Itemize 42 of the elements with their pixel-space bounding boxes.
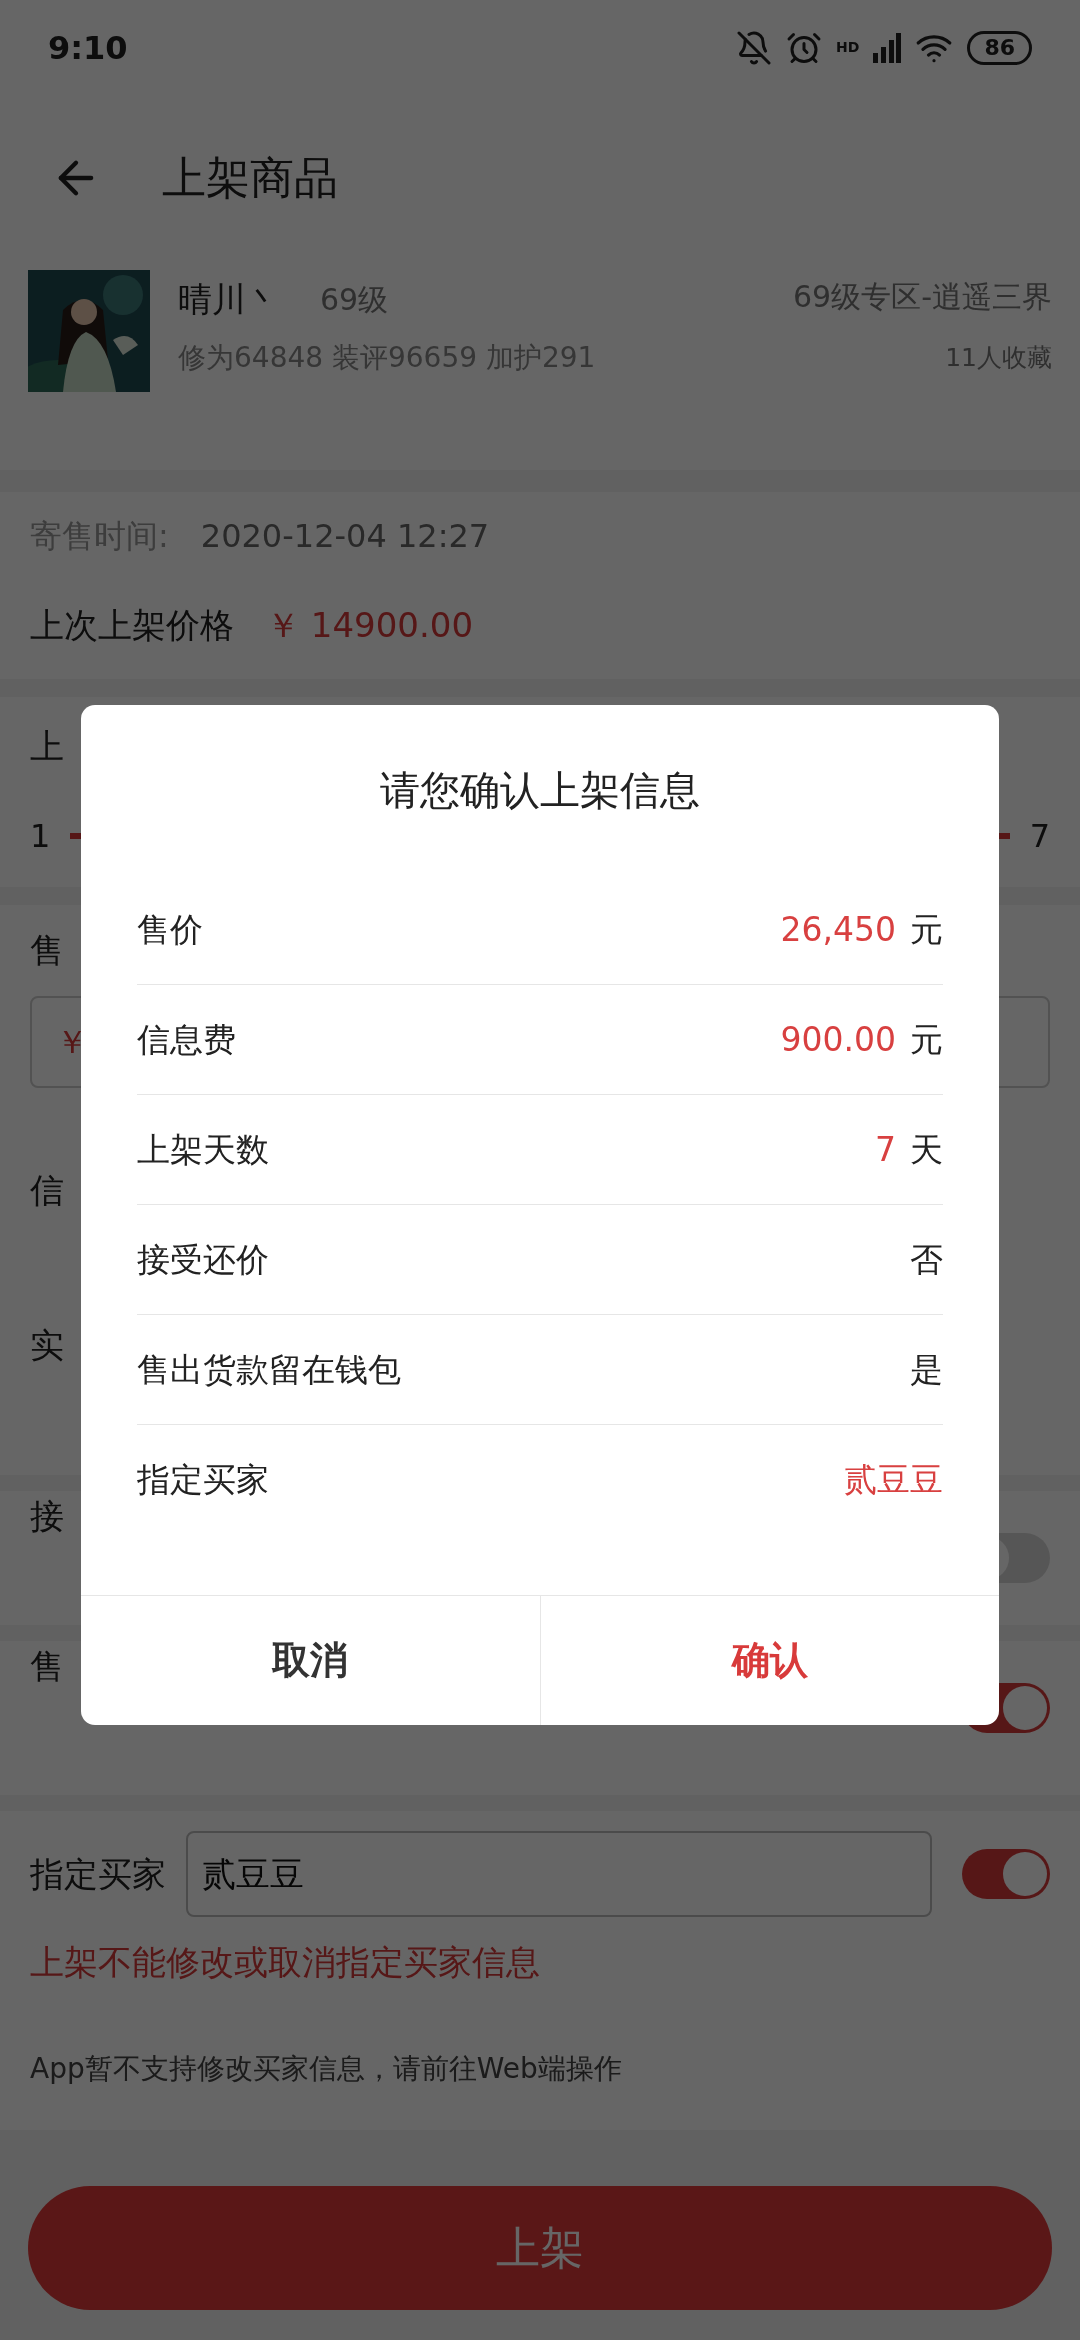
slider-max: 7 — [1029, 816, 1050, 857]
bell-off-icon — [736, 29, 773, 66]
info-value: ￥ 14900.00 — [266, 604, 474, 647]
info-label: 上次上架价格 — [30, 604, 234, 647]
row-unit: 元 — [910, 1018, 943, 1061]
row-unit: 元 — [910, 908, 943, 951]
battery-indicator: 86 — [967, 30, 1032, 65]
field-label: 实 — [30, 1324, 64, 1367]
network-label: HD — [836, 38, 860, 57]
notice-text: App暂不支持修改买家信息，请前往Web端操作 — [30, 2051, 623, 2087]
buyer-input[interactable]: 贰豆豆 — [186, 1831, 932, 1917]
row-value: 是 — [910, 1348, 943, 1391]
row-unit: 天 — [910, 1128, 943, 1171]
cancel-button[interactable]: 取消 — [81, 1596, 540, 1725]
field-label: 售 — [30, 1645, 64, 1688]
confirm-button[interactable]: 确认 — [539, 1596, 999, 1725]
page-title: 上架商品 — [162, 150, 338, 205]
row-label: 接受还价 — [137, 1238, 269, 1281]
field-label: 指定买家 — [30, 1852, 166, 1896]
submit-button[interactable]: 上架 — [28, 2186, 1052, 2310]
info-value: 2020-12-04 12:27 — [200, 516, 490, 557]
character-name: 晴川丶 — [178, 278, 280, 321]
signal-icon — [873, 32, 902, 63]
row-value: 否 — [910, 1238, 943, 1281]
field-label: 信 — [30, 1169, 64, 1212]
field-label: 接 — [30, 1495, 64, 1538]
field-label: 售 — [30, 929, 64, 972]
row-value: 7 — [875, 1128, 896, 1171]
dialog-title: 请您确认上架信息 — [380, 766, 700, 815]
slider-min: 1 — [30, 816, 51, 857]
row-value: 贰豆豆 — [844, 1459, 943, 1502]
warning-text: 上架不能修改或取消指定买家信息 — [30, 1941, 541, 1984]
row-label: 售出货款留在钱包 — [137, 1348, 401, 1391]
row-value: 26,450 — [780, 908, 896, 951]
field-label: 上 — [30, 725, 65, 768]
toggle-switch[interactable] — [962, 1849, 1050, 1899]
row-label: 上架天数 — [137, 1128, 269, 1171]
row-label: 售价 — [137, 908, 203, 951]
status-time: 9:10 — [48, 27, 128, 69]
row-label: 指定买家 — [137, 1459, 269, 1502]
row-value: 900.00 — [780, 1018, 896, 1061]
row-label: 信息费 — [137, 1018, 236, 1061]
